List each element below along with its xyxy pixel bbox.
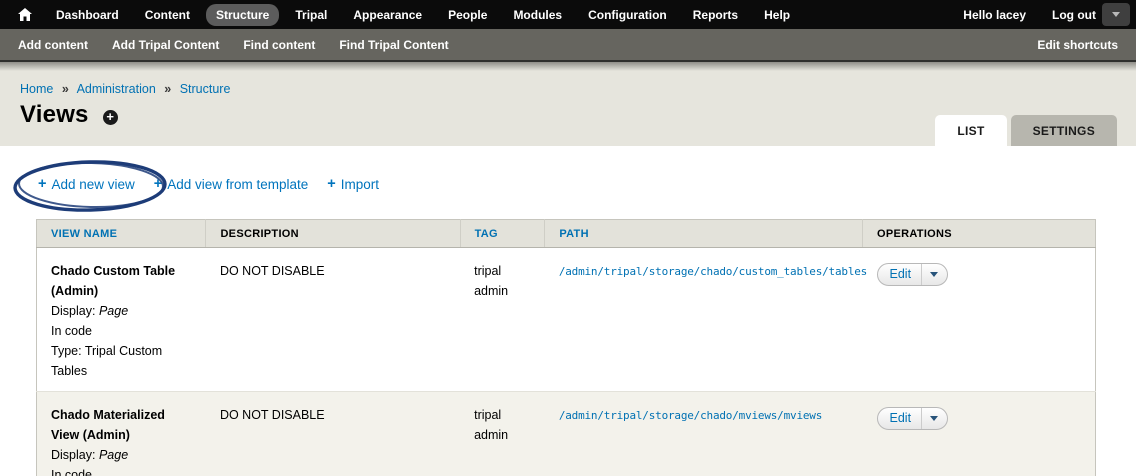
sort-view-name-link[interactable]: VIEW NAME bbox=[51, 228, 117, 240]
edit-button[interactable]: Edit bbox=[878, 407, 922, 430]
page-title: Views bbox=[20, 101, 89, 129]
view-operations-cell: Edit bbox=[863, 392, 1096, 476]
plus-icon: + bbox=[38, 176, 46, 192]
action-label: Add view from template bbox=[167, 177, 308, 192]
tab-list[interactable]: LIST bbox=[935, 115, 1006, 146]
nav-item-dashboard[interactable]: Dashboard bbox=[46, 4, 129, 26]
import-link[interactable]: + Import bbox=[327, 176, 379, 192]
main-content: + Add new view + Add view from template … bbox=[0, 146, 1136, 476]
view-storage: In code bbox=[51, 465, 192, 476]
logout-link[interactable]: Log out bbox=[1052, 8, 1096, 22]
edit-shortcuts-link[interactable]: Edit shortcuts bbox=[1037, 38, 1118, 52]
view-tag: tripal admin bbox=[460, 248, 545, 392]
shortcut-add-tripal-content[interactable]: Add Tripal Content bbox=[112, 38, 219, 52]
display-label: Display: bbox=[51, 304, 95, 318]
view-description: DO NOT DISABLE bbox=[206, 248, 460, 392]
header-operations: OPERATIONS bbox=[863, 220, 1096, 248]
username: lacey bbox=[996, 8, 1026, 22]
breadcrumb-administration[interactable]: Administration bbox=[77, 82, 156, 96]
breadcrumb: Home » Administration » Structure bbox=[20, 82, 1136, 96]
view-tag: tripal admin bbox=[460, 392, 545, 476]
add-view-from-template-link[interactable]: + Add view from template bbox=[154, 176, 309, 192]
primary-tabs: LIST SETTINGS bbox=[931, 115, 1117, 146]
view-path-link[interactable]: /admin/tripal/storage/chado/mviews/mview… bbox=[559, 409, 822, 422]
view-display: Display: Page bbox=[51, 301, 192, 321]
caret-down-icon bbox=[930, 272, 938, 281]
view-display: Display: Page bbox=[51, 445, 192, 465]
view-storage: In code bbox=[51, 321, 192, 341]
view-path-cell: /admin/tripal/storage/chado/mviews/mview… bbox=[545, 392, 863, 476]
header-path: PATH bbox=[545, 220, 863, 248]
nav-item-reports[interactable]: Reports bbox=[683, 4, 748, 26]
nav-item-content[interactable]: Content bbox=[135, 4, 200, 26]
header-view-name: VIEW NAME bbox=[37, 220, 206, 248]
nav-item-structure[interactable]: Structure bbox=[206, 4, 279, 26]
nav-item-tripal[interactable]: Tripal bbox=[285, 4, 337, 26]
admin-menu: Dashboard Content Structure Tripal Appea… bbox=[46, 4, 806, 26]
edit-dropbutton: Edit bbox=[877, 407, 949, 430]
plus-icon: + bbox=[327, 176, 335, 192]
breadcrumb-home[interactable]: Home bbox=[20, 82, 53, 96]
view-path-cell: /admin/tripal/storage/chado/custom_table… bbox=[545, 248, 863, 392]
toolbar-toggle-button[interactable] bbox=[1102, 3, 1130, 26]
action-label: Import bbox=[341, 177, 379, 192]
tab-settings[interactable]: SETTINGS bbox=[1011, 115, 1117, 146]
home-icon[interactable] bbox=[12, 4, 38, 26]
display-value: Page bbox=[99, 304, 128, 318]
dropdown-toggle-button[interactable] bbox=[922, 410, 947, 427]
view-type: Type: Tripal Custom Tables bbox=[51, 341, 192, 381]
shortcut-find-tripal-content[interactable]: Find Tripal Content bbox=[339, 38, 448, 52]
nav-item-help[interactable]: Help bbox=[754, 4, 800, 26]
view-operations-cell: Edit bbox=[863, 248, 1096, 392]
view-name: Chado Custom Table (Admin) bbox=[51, 261, 192, 301]
nav-item-modules[interactable]: Modules bbox=[503, 4, 572, 26]
header-tag: TAG bbox=[460, 220, 545, 248]
view-name-cell: Chado Materialized View (Admin) Display:… bbox=[37, 392, 206, 476]
edit-button[interactable]: Edit bbox=[878, 263, 922, 286]
sort-tag-link[interactable]: TAG bbox=[475, 228, 498, 240]
views-table-header: VIEW NAME DESCRIPTION TAG PATH OPERATION… bbox=[37, 220, 1096, 248]
shortcut-find-content[interactable]: Find content bbox=[243, 38, 315, 52]
add-new-view-link[interactable]: + Add new view bbox=[38, 176, 135, 192]
view-description: DO NOT DISABLE bbox=[206, 392, 460, 476]
caret-down-icon bbox=[930, 416, 938, 425]
shortcut-add-content[interactable]: Add content bbox=[18, 38, 88, 52]
breadcrumb-separator: » bbox=[62, 82, 69, 96]
view-name-cell: Chado Custom Table (Admin) Display: Page… bbox=[37, 248, 206, 392]
view-path-link[interactable]: /admin/tripal/storage/chado/custom_table… bbox=[559, 265, 867, 278]
caret-down-icon bbox=[1112, 12, 1120, 21]
action-links: + Add new view + Add view from template … bbox=[38, 176, 1136, 192]
nav-item-configuration[interactable]: Configuration bbox=[578, 4, 677, 26]
table-row: Chado Custom Table (Admin) Display: Page… bbox=[37, 248, 1096, 392]
header-description: DESCRIPTION bbox=[206, 220, 460, 248]
view-name: Chado Materialized View (Admin) bbox=[51, 405, 192, 445]
sort-path-link[interactable]: PATH bbox=[559, 228, 589, 240]
greeting-prefix: Hello bbox=[963, 8, 992, 22]
nav-item-people[interactable]: People bbox=[438, 4, 497, 26]
admin-toolbar: Dashboard Content Structure Tripal Appea… bbox=[0, 0, 1136, 29]
nav-item-appearance[interactable]: Appearance bbox=[343, 4, 432, 26]
display-label: Display: bbox=[51, 448, 95, 462]
user-greeting[interactable]: Hello lacey bbox=[963, 8, 1026, 22]
action-label: Add new view bbox=[51, 177, 134, 192]
plus-icon: + bbox=[154, 176, 162, 192]
add-shortcut-icon[interactable]: + bbox=[103, 110, 118, 125]
table-row: Chado Materialized View (Admin) Display:… bbox=[37, 392, 1096, 476]
views-table: VIEW NAME DESCRIPTION TAG PATH OPERATION… bbox=[36, 219, 1096, 476]
shortcuts-bar: Add content Add Tripal Content Find cont… bbox=[0, 29, 1136, 62]
dropdown-toggle-button[interactable] bbox=[922, 266, 947, 283]
breadcrumb-structure[interactable]: Structure bbox=[180, 82, 231, 96]
page-header-band: Home » Administration » Structure Views … bbox=[0, 62, 1136, 146]
edit-dropbutton: Edit bbox=[877, 263, 949, 286]
display-value: Page bbox=[99, 448, 128, 462]
breadcrumb-separator: » bbox=[164, 82, 171, 96]
